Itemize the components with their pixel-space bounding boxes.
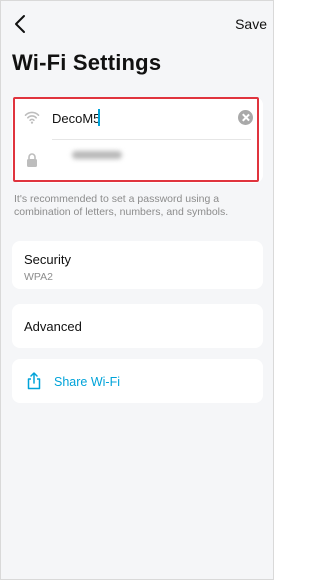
share-wifi-label: Share Wi-Fi: [54, 375, 120, 389]
clear-icon[interactable]: [238, 110, 253, 125]
chevron-left-icon: [15, 15, 25, 33]
password-row: [12, 140, 263, 182]
ssid-row: [12, 97, 263, 139]
password-hint: It's recommended to set a password using…: [14, 193, 229, 218]
advanced-row[interactable]: Advanced: [12, 304, 263, 348]
page-title: Wi-Fi Settings: [12, 50, 162, 75]
save-button[interactable]: Save: [235, 16, 267, 32]
lock-icon: [27, 153, 37, 167]
ssid-input[interactable]: [52, 107, 232, 129]
back-button[interactable]: [11, 13, 31, 35]
security-row[interactable]: Security WPA2: [12, 241, 263, 289]
security-label: Security: [24, 252, 71, 267]
wifi-icon: [24, 111, 40, 124]
password-redacted: [72, 151, 122, 159]
wifi-settings-screen: Save Wi-Fi Settings It's recommended to: [0, 0, 274, 580]
share-icon: [27, 372, 41, 390]
advanced-label: Advanced: [24, 319, 82, 334]
share-wifi-button[interactable]: Share Wi-Fi: [12, 359, 263, 403]
security-value: WPA2: [24, 271, 53, 283]
text-cursor: [98, 109, 100, 126]
wifi-credentials-card: [12, 97, 263, 183]
top-bar: Save: [1, 1, 273, 47]
